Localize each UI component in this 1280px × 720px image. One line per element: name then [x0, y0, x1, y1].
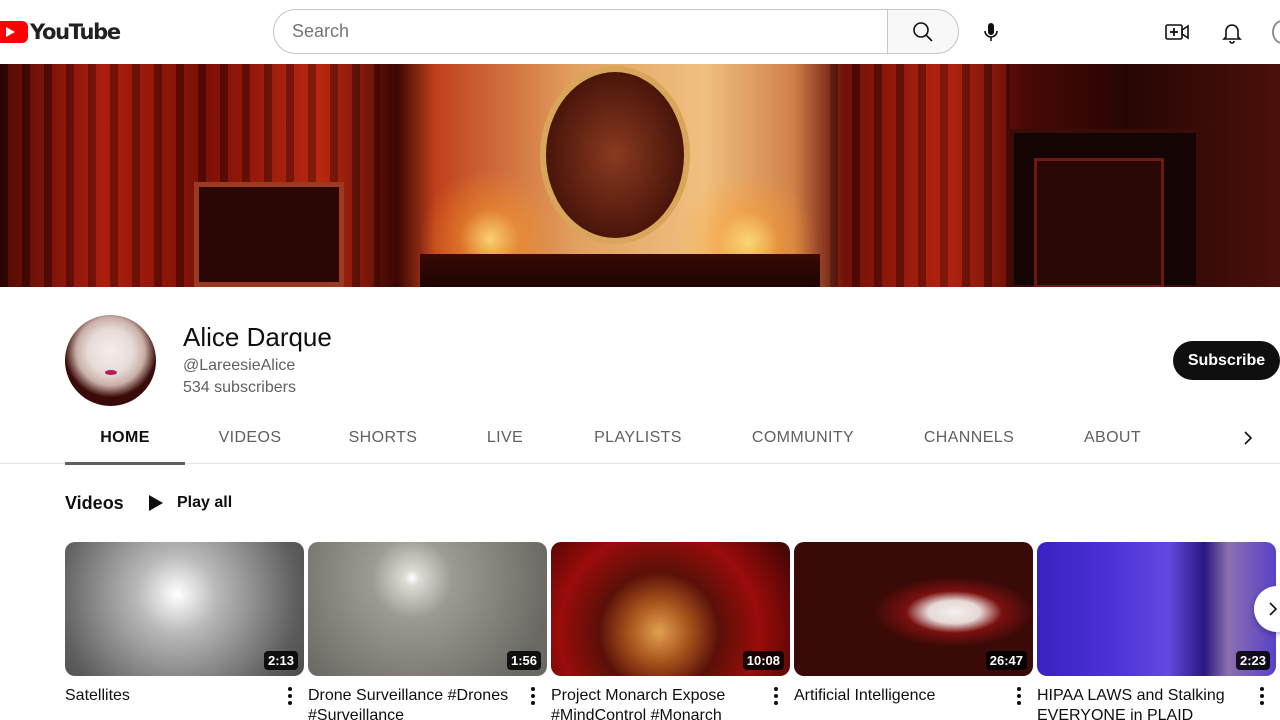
banner-cabinet-door: [1034, 158, 1164, 287]
video-menu-button[interactable]: [1250, 684, 1274, 708]
video-title[interactable]: Satellites: [65, 686, 275, 706]
video-card[interactable]: 26:47 Artificial Intelligence: [794, 542, 1033, 720]
channel-handle: @LareesieAlice: [183, 357, 296, 374]
search-box[interactable]: [273, 9, 887, 54]
video-title[interactable]: Artificial Intelligence: [794, 686, 1004, 706]
subscribe-button[interactable]: Subscribe: [1173, 341, 1280, 380]
search-button[interactable]: [887, 9, 959, 54]
tab-community[interactable]: COMMUNITY: [738, 412, 868, 464]
notifications-button[interactable]: [1212, 12, 1252, 52]
chevron-right-icon: [1269, 602, 1278, 616]
youtube-logo[interactable]: YouTube: [0, 20, 121, 44]
tab-about[interactable]: ABOUT: [1070, 412, 1155, 464]
tab-live[interactable]: LIVE: [465, 412, 545, 464]
create-button[interactable]: [1157, 12, 1197, 52]
video-thumbnail[interactable]: 1:56: [308, 542, 547, 676]
video-thumbnail[interactable]: 10:08: [551, 542, 790, 676]
video-duration: 26:47: [985, 651, 1027, 670]
video-thumbnail[interactable]: 2:13: [65, 542, 304, 676]
video-title[interactable]: Drone Surveillance #Drones #Surveillance: [308, 686, 518, 720]
banner-portrait-frame: [540, 66, 690, 244]
search-input[interactable]: [292, 21, 887, 42]
banner-picture-frame: [194, 182, 344, 287]
tab-channels[interactable]: CHANNELS: [913, 412, 1025, 464]
youtube-play-icon: [0, 21, 28, 43]
more-vert-icon: [288, 687, 292, 705]
video-menu-button[interactable]: [764, 684, 788, 708]
video-title[interactable]: HIPAA LAWS and Stalking EVERYONE in PLAI…: [1037, 686, 1247, 720]
video-duration: 10:08: [742, 651, 784, 670]
video-thumbnail[interactable]: 2:23: [1037, 542, 1276, 676]
channel-tabs: HOME VIDEOS SHORTS LIVE PLAYLISTS COMMUN…: [0, 412, 1280, 465]
more-vert-icon: [531, 687, 535, 705]
tab-home[interactable]: HOME: [65, 412, 185, 465]
channel-banner: [0, 64, 1280, 287]
video-title[interactable]: Project Monarch Expose #MindControl #Mon…: [551, 686, 761, 720]
video-menu-button[interactable]: [521, 684, 545, 708]
video-thumbnail[interactable]: 26:47: [794, 542, 1033, 676]
tab-videos[interactable]: VIDEOS: [200, 412, 300, 464]
video-add-icon: [1165, 24, 1189, 40]
play-all-label: Play all: [177, 494, 233, 511]
tabs-scroll-next-button[interactable]: [1232, 422, 1264, 454]
tabs-fade: [1210, 422, 1226, 454]
more-vert-icon: [774, 687, 778, 705]
video-menu-button[interactable]: [278, 684, 302, 708]
logo-text: YouTube: [30, 20, 121, 44]
tab-shorts[interactable]: SHORTS: [333, 412, 433, 464]
more-vert-icon: [1017, 687, 1021, 705]
microphone-icon: [983, 22, 998, 41]
video-card[interactable]: 2:23 HIPAA LAWS and Stalking EVERYONE in…: [1037, 542, 1276, 720]
video-card[interactable]: 2:13 Satellites: [65, 542, 304, 720]
banner-altar: [420, 254, 820, 287]
video-duration: 2:23: [1235, 651, 1270, 670]
top-bar: YouTube: [0, 0, 1280, 64]
subscriber-count: 534 subscribers: [183, 379, 296, 396]
bell-icon: [1222, 24, 1242, 44]
video-menu-button[interactable]: [1007, 684, 1031, 708]
more-vert-icon: [1260, 687, 1264, 705]
banner-cabinet: [1010, 129, 1200, 287]
chevron-right-icon: [1244, 431, 1253, 445]
play-all-button[interactable]: Play all: [143, 490, 232, 516]
channel-avatar: [65, 315, 156, 406]
video-card[interactable]: 1:56 Drone Surveillance #Drones #Surveil…: [308, 542, 547, 720]
search-icon: [913, 21, 933, 42]
play-icon: [149, 495, 163, 511]
video-duration: 2:13: [263, 651, 298, 670]
voice-search-button[interactable]: [970, 11, 1011, 52]
tab-playlists[interactable]: PLAYLISTS: [583, 412, 693, 464]
avatar-detail: [105, 370, 117, 375]
banner-curtain-right: [830, 64, 1010, 287]
video-card[interactable]: 10:08 Project Monarch Expose #MindContro…: [551, 542, 790, 720]
section-title[interactable]: Videos: [65, 493, 124, 514]
channel-name: Alice Darque: [183, 322, 332, 352]
video-duration: 1:56: [506, 651, 541, 670]
account-avatar[interactable]: [1272, 20, 1280, 44]
